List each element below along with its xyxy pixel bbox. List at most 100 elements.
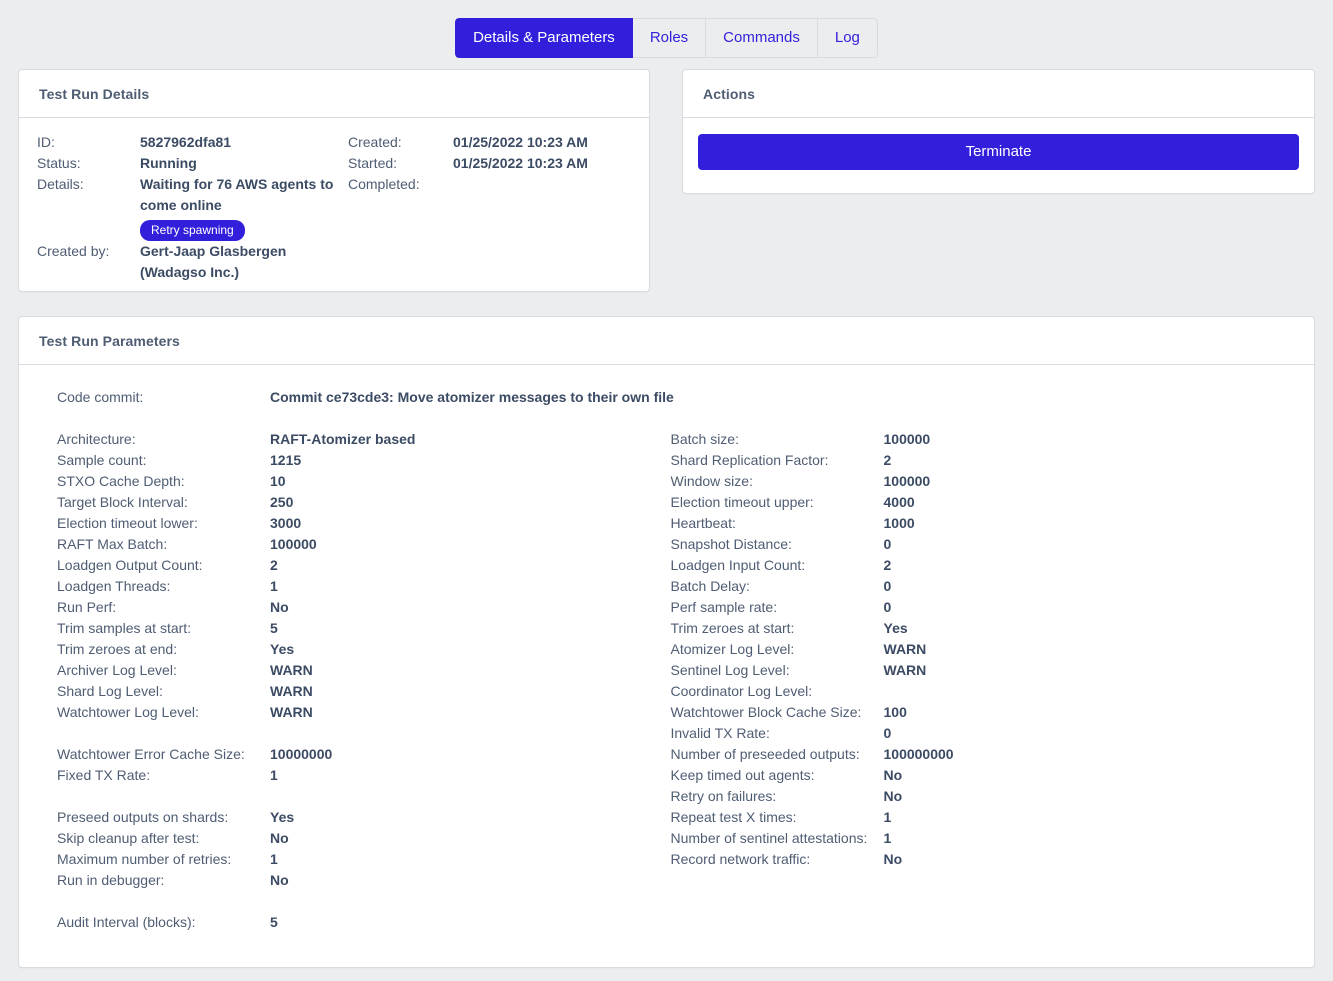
parameter-value: 100 bbox=[883, 704, 907, 720]
parameter-value: WARN bbox=[270, 662, 313, 678]
parameter-label: RAFT Max Batch: bbox=[57, 536, 168, 552]
parameter-value: 2 bbox=[883, 452, 892, 468]
parameter-row: Snapshot Distance: 0 bbox=[671, 534, 1295, 555]
parameter-value: Yes bbox=[270, 641, 295, 657]
parameter-value: 10000000 bbox=[270, 746, 333, 762]
parameter-label: Heartbeat: bbox=[670, 515, 736, 531]
parameter-value: Yes bbox=[883, 620, 908, 636]
parameter-label: Trim zeroes at start: bbox=[670, 620, 795, 636]
parameter-value: 5 bbox=[270, 620, 278, 636]
parameter-value: 5 bbox=[270, 914, 278, 930]
parameter-label: Loadgen Input Count: bbox=[670, 557, 806, 573]
parameter-row: Architecture: RAFT-Atomizer based bbox=[57, 429, 667, 450]
parameter-row: Repeat test X times: 1 bbox=[671, 807, 1295, 828]
parameter-row: Perf sample rate: 0 bbox=[671, 597, 1295, 618]
parameter-label: Loadgen Threads: bbox=[57, 578, 171, 594]
parameters-section: Test Run Parameters Code commit: Commit … bbox=[0, 316, 1333, 968]
actions-title: Actions bbox=[683, 70, 1314, 118]
code-commit-label: Code commit: bbox=[57, 389, 144, 405]
parameter-row: Batch Delay: 0 bbox=[671, 576, 1295, 597]
parameter-row: Preseed outputs on shards: Yes bbox=[57, 807, 667, 828]
tab-roles[interactable]: Roles bbox=[632, 18, 707, 58]
id-value: 5827962dfa81 bbox=[140, 134, 232, 150]
parameter-label: Architecture: bbox=[57, 431, 136, 447]
parameter-label: Run in debugger: bbox=[57, 872, 165, 888]
parameters-body: Code commit: Commit ce73cde3: Move atomi… bbox=[19, 365, 1314, 967]
parameter-value: No bbox=[270, 830, 289, 846]
parameter-label: Keep timed out agents: bbox=[670, 767, 815, 783]
parameter-value: No bbox=[270, 872, 289, 888]
details-value: Waiting for 76 AWS agents to come online bbox=[140, 176, 334, 213]
parameter-value: 0 bbox=[883, 725, 892, 741]
parameter-value: 0 bbox=[883, 599, 892, 615]
parameter-value: RAFT-Atomizer based bbox=[270, 431, 416, 447]
code-commit-value: Commit ce73cde3: Move atomizer messages … bbox=[270, 389, 674, 405]
parameter-value: WARN bbox=[270, 683, 313, 699]
parameter-label: Invalid TX Rate: bbox=[670, 725, 770, 741]
parameter-row: Coordinator Log Level: bbox=[671, 681, 1295, 702]
top-row: Test Run Details ID: 5827962dfa81 Create… bbox=[0, 69, 1333, 292]
tab-log[interactable]: Log bbox=[817, 18, 878, 58]
terminate-button[interactable]: Terminate bbox=[698, 134, 1299, 170]
details-label: Details: bbox=[37, 176, 84, 192]
parameter-value: WARN bbox=[270, 704, 313, 720]
parameter-row: Window size: 100000 bbox=[671, 471, 1295, 492]
parameter-row: Election timeout upper: 4000 bbox=[671, 492, 1295, 513]
test-run-details-card: Test Run Details ID: 5827962dfa81 Create… bbox=[18, 69, 650, 292]
parameter-value: 3000 bbox=[270, 515, 302, 531]
parameter-value: 0 bbox=[883, 578, 892, 594]
parameter-value: 2 bbox=[883, 557, 892, 573]
parameter-label: Trim zeroes at end: bbox=[57, 641, 178, 657]
parameter-row: Watchtower Block Cache Size: 100 bbox=[671, 702, 1295, 723]
parameter-label: Run Perf: bbox=[57, 599, 117, 615]
parameter-label: Batch Delay: bbox=[670, 578, 750, 594]
parameter-row: Target Block Interval: 250 bbox=[57, 492, 667, 513]
completed-label: Completed: bbox=[348, 176, 420, 192]
created-value: 01/25/2022 10:23 AM bbox=[453, 134, 588, 150]
tab-details-parameters[interactable]: Details & Parameters bbox=[455, 18, 633, 58]
parameter-label: Watchtower Error Cache Size: bbox=[57, 746, 245, 762]
parameter-label: Audit Interval (blocks): bbox=[57, 914, 196, 930]
parameter-label: Preseed outputs on shards: bbox=[57, 809, 229, 825]
parameter-label: Maximum number of retries: bbox=[57, 851, 232, 867]
parameter-row: Trim samples at start: 5 bbox=[57, 618, 667, 639]
parameter-row: Skip cleanup after test: No bbox=[57, 828, 667, 849]
parameter-value: 1 bbox=[883, 830, 892, 846]
parameter-row: Invalid TX Rate: 0 bbox=[671, 723, 1295, 744]
parameter-row: Heartbeat: 1000 bbox=[671, 513, 1295, 534]
parameter-value: No bbox=[883, 767, 903, 783]
started-value: 01/25/2022 10:23 AM bbox=[453, 155, 588, 171]
parameter-value: 100000 bbox=[270, 536, 317, 552]
parameter-label: Fixed TX Rate: bbox=[57, 767, 151, 783]
parameter-value: 1000 bbox=[883, 515, 915, 531]
tab-commands[interactable]: Commands bbox=[706, 18, 818, 58]
id-label: ID: bbox=[37, 134, 55, 150]
parameter-row: Loadgen Output Count: 2 bbox=[57, 555, 667, 576]
parameter-row: Watchtower Error Cache Size: 10000000 bbox=[57, 744, 667, 765]
parameter-row: Archiver Log Level: WARN bbox=[57, 660, 667, 681]
tab-bar: Details & Parameters Roles Commands Log bbox=[0, 0, 1333, 58]
parameter-row: Shard Replication Factor: 2 bbox=[671, 450, 1295, 471]
parameter-value: 100000 bbox=[883, 431, 931, 447]
actions-body: Terminate bbox=[683, 118, 1314, 193]
parameter-value: 1 bbox=[270, 578, 278, 594]
parameter-row: Trim zeroes at start: Yes bbox=[671, 618, 1295, 639]
parameter-value: 10 bbox=[270, 473, 286, 489]
parameter-group-spacer bbox=[57, 891, 667, 912]
parameter-row: Loadgen Input Count: 2 bbox=[671, 555, 1295, 576]
parameter-label: Number of sentinel attestations: bbox=[670, 830, 868, 846]
parameter-value: WARN bbox=[883, 662, 927, 678]
parameter-label: Archiver Log Level: bbox=[57, 662, 177, 678]
test-run-parameters-title: Test Run Parameters bbox=[19, 317, 1314, 365]
parameter-row: Loadgen Threads: 1 bbox=[57, 576, 667, 597]
parameter-label: Sample count: bbox=[57, 452, 147, 468]
parameter-value: 250 bbox=[270, 494, 294, 510]
parameters-left-column: Architecture: RAFT-Atomizer based Sample c… bbox=[39, 429, 667, 933]
parameter-value: No bbox=[883, 851, 903, 867]
retry-spawning-button[interactable]: Retry spawning bbox=[140, 220, 245, 241]
parameter-row: Retry on failures: No bbox=[671, 786, 1295, 807]
actions-card: Actions Terminate bbox=[682, 69, 1315, 194]
started-label: Started: bbox=[348, 155, 398, 171]
parameter-label: Shard Log Level: bbox=[57, 683, 163, 699]
parameter-label: Watchtower Block Cache Size: bbox=[670, 704, 862, 720]
